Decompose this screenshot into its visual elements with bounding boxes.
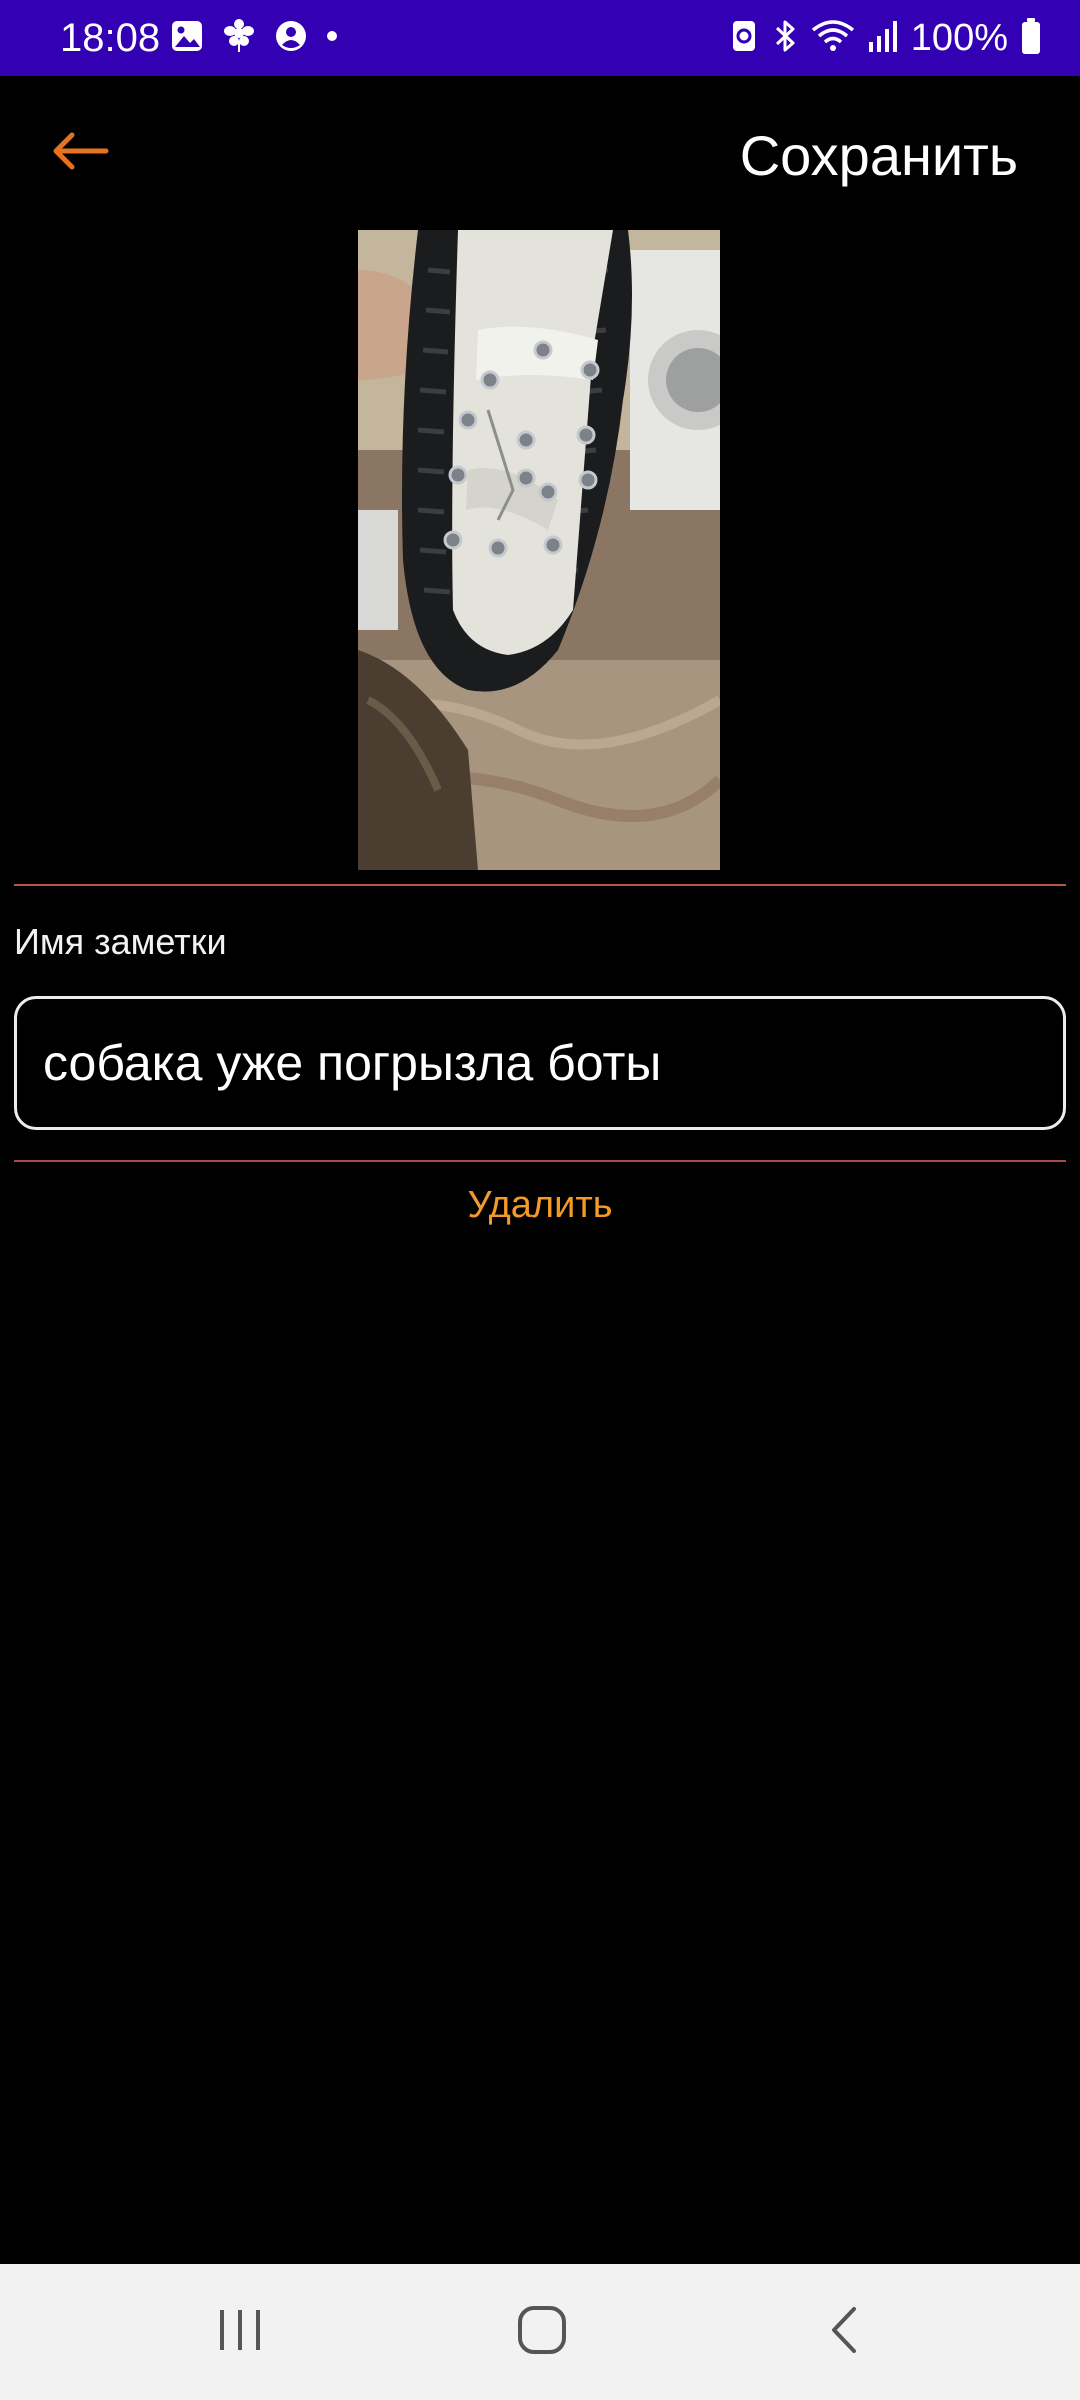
battery-icon xyxy=(1020,17,1042,60)
back-button[interactable] xyxy=(40,118,120,188)
recents-button[interactable] xyxy=(180,2292,300,2372)
battery-percent: 100% xyxy=(910,17,1008,59)
navigation-bar xyxy=(0,2264,1080,2400)
signal-icon xyxy=(867,18,899,59)
save-button[interactable]: Сохранить xyxy=(740,120,1018,192)
pinwheel-icon xyxy=(220,18,258,58)
home-button[interactable] xyxy=(482,2292,602,2372)
divider-bottom xyxy=(14,1160,1066,1162)
status-time: 18:08 xyxy=(60,16,161,60)
recents-icon xyxy=(215,2307,265,2358)
back-icon xyxy=(826,2305,862,2360)
arrow-left-icon xyxy=(50,131,110,176)
note-name-label: Имя заметки xyxy=(14,921,227,962)
divider-top xyxy=(14,884,1066,886)
status-left-icons xyxy=(170,18,340,58)
wifi-icon xyxy=(811,18,855,59)
delete-button[interactable]: Удалить xyxy=(0,1180,1080,1230)
dot-icon xyxy=(324,19,340,58)
bluetooth-icon xyxy=(771,18,799,59)
home-icon xyxy=(516,2304,568,2361)
note-name-input[interactable] xyxy=(14,996,1066,1130)
account-circle-icon xyxy=(274,19,308,58)
nav-back-button[interactable] xyxy=(784,2292,904,2372)
data-saver-icon xyxy=(729,18,759,59)
gallery-icon xyxy=(170,19,204,58)
status-bar: 18:08 100% xyxy=(0,0,1080,76)
status-right-icons: 100% xyxy=(729,14,1042,62)
note-photo[interactable] xyxy=(358,230,720,870)
